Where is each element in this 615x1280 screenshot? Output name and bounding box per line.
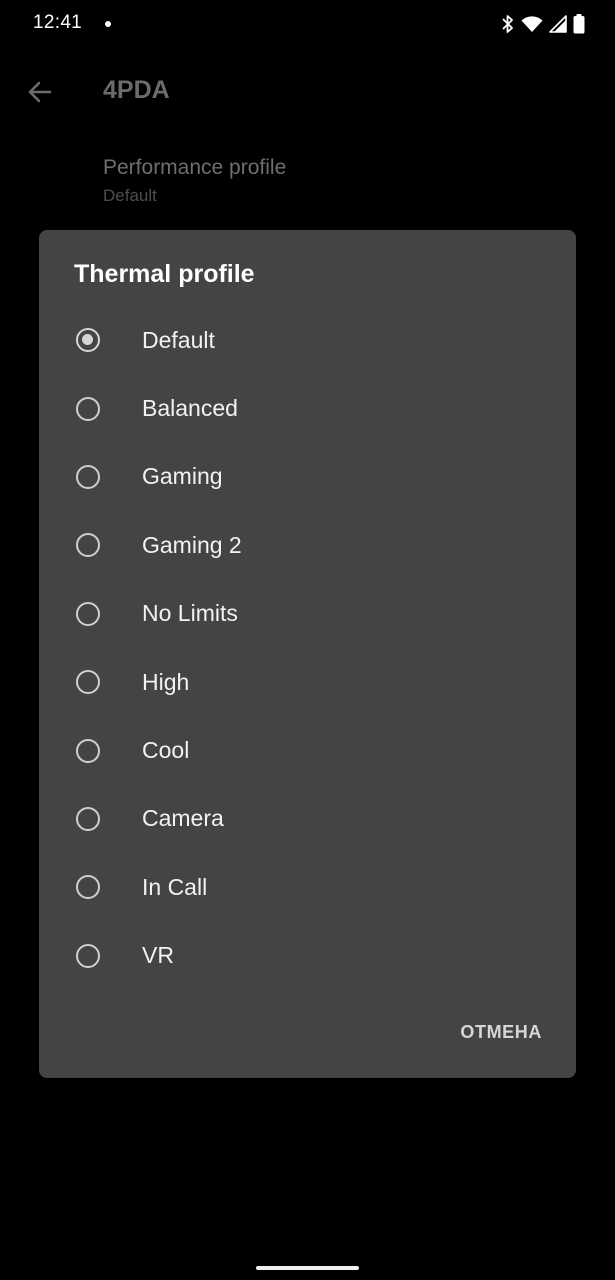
status-bar: 12:41 <box>0 0 615 48</box>
option-label: No Limits <box>142 600 238 627</box>
status-time: 12:41 <box>33 12 83 33</box>
option-cool[interactable]: Cool <box>39 716 576 784</box>
radio-button[interactable] <box>76 601 100 626</box>
option-gaming-2[interactable]: Gaming 2 <box>39 511 576 579</box>
battery-icon <box>573 14 585 34</box>
option-high[interactable]: High <box>39 648 576 716</box>
radio-button[interactable] <box>76 396 100 421</box>
signal-icon <box>549 15 567 33</box>
option-label: Cool <box>142 737 190 764</box>
option-label: Default <box>142 326 215 353</box>
option-no-limits[interactable]: No Limits <box>39 580 576 648</box>
options-list: Default Balanced Gaming Gaming 2 No Limi… <box>39 306 576 990</box>
wifi-icon <box>521 15 543 33</box>
radio-button[interactable] <box>76 533 100 558</box>
screen: 12:41 4PDA Performance profile Default T… <box>0 0 615 1280</box>
back-arrow-icon[interactable] <box>26 78 54 106</box>
option-default[interactable]: Default <box>39 306 576 374</box>
performance-profile-preference[interactable]: Performance profile Default <box>103 156 286 206</box>
option-label: In Call <box>142 873 208 900</box>
option-camera[interactable]: Camera <box>39 785 576 853</box>
radio-button[interactable] <box>76 738 100 763</box>
preference-summary: Default <box>103 186 157 205</box>
option-label: VR <box>142 942 174 969</box>
radio-button[interactable] <box>76 670 100 695</box>
radio-button[interactable] <box>76 464 100 489</box>
thermal-profile-dialog: Thermal profile Default Balanced Gaming … <box>39 230 576 1078</box>
preference-title: Performance profile <box>103 156 287 179</box>
cancel-button[interactable]: ОТМЕНА <box>460 1022 542 1043</box>
option-balanced[interactable]: Balanced <box>39 374 576 442</box>
option-vr[interactable]: VR <box>39 922 576 990</box>
option-in-call[interactable]: In Call <box>39 853 576 921</box>
radio-button[interactable] <box>76 806 100 831</box>
bluetooth-icon <box>501 14 515 34</box>
app-bar: 4PDA <box>0 56 615 128</box>
radio-button-checked[interactable] <box>76 328 100 353</box>
option-label: Balanced <box>142 395 238 422</box>
gesture-nav-handle[interactable] <box>256 1266 359 1270</box>
status-icons <box>501 13 585 35</box>
radio-button[interactable] <box>76 875 100 900</box>
notification-dot-icon <box>105 21 111 27</box>
radio-button[interactable] <box>76 943 100 968</box>
option-label: Camera <box>142 805 224 832</box>
app-title: 4PDA <box>103 76 170 104</box>
option-gaming[interactable]: Gaming <box>39 443 576 511</box>
option-label: Gaming <box>142 463 223 490</box>
option-label: Gaming 2 <box>142 531 242 558</box>
dialog-title: Thermal profile <box>74 260 255 288</box>
option-label: High <box>142 668 190 695</box>
